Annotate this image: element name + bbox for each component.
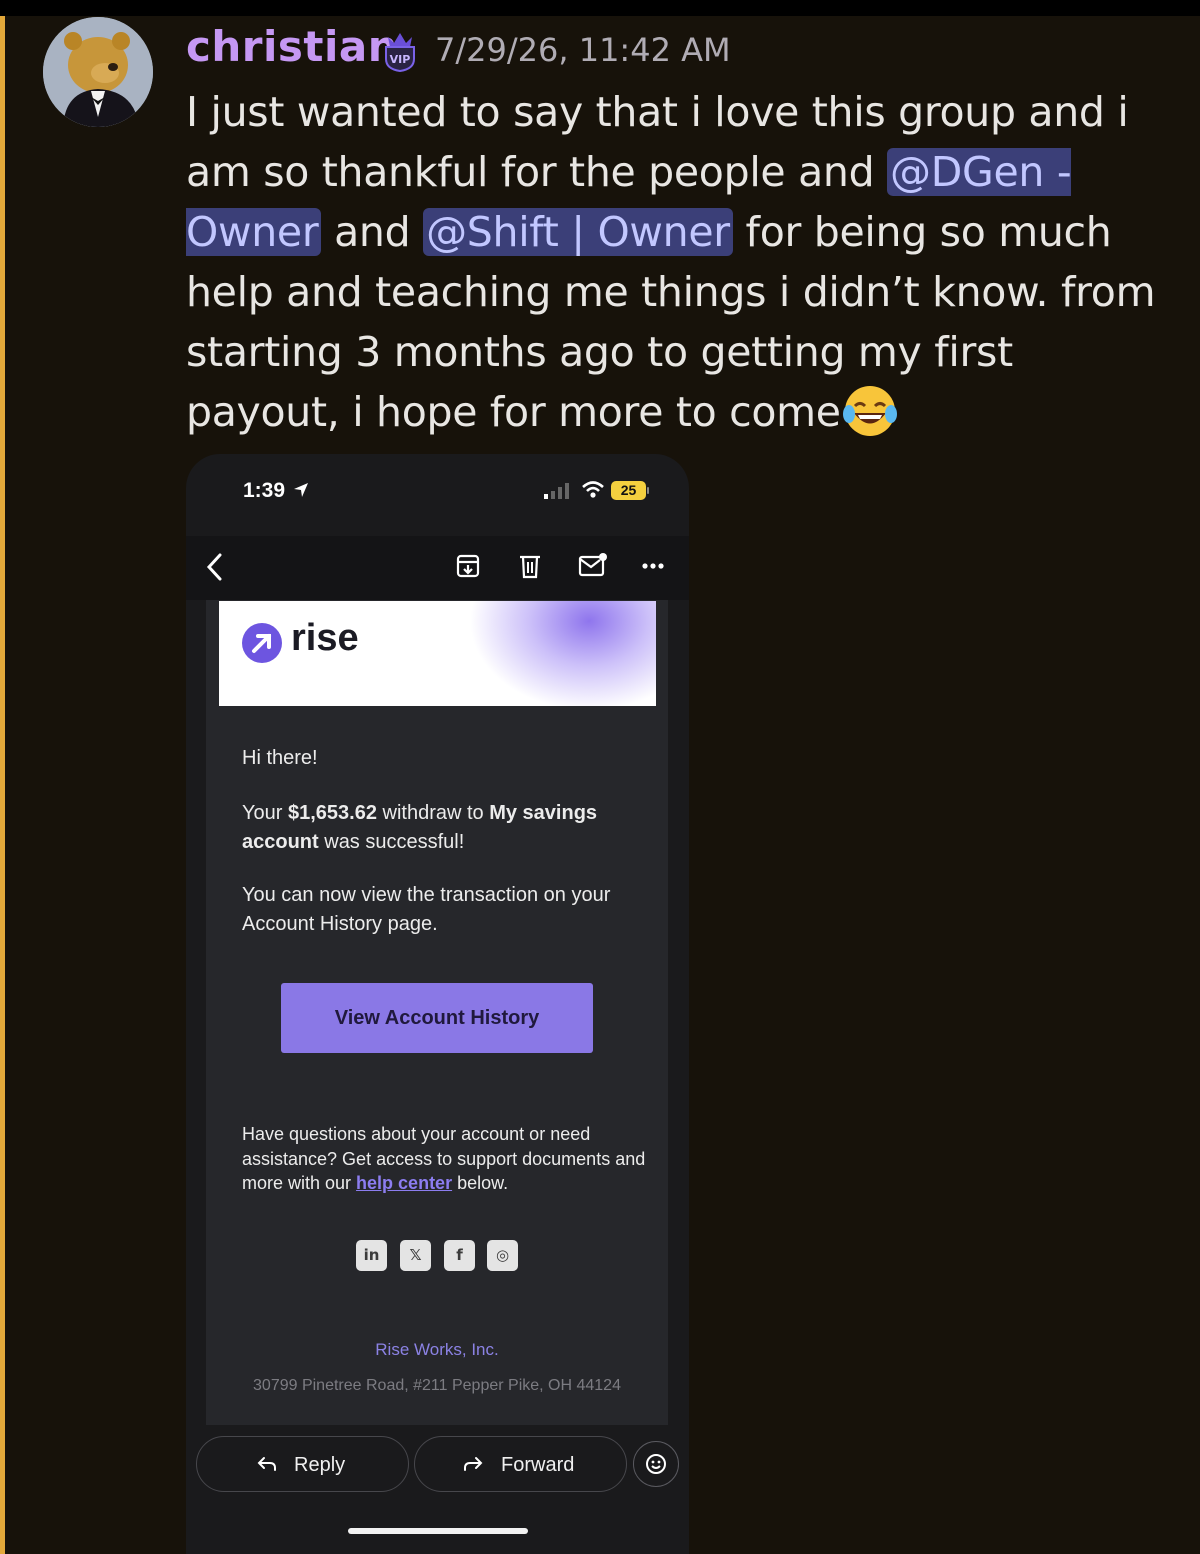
reply-arrow-icon [257, 1457, 276, 1471]
trash-icon[interactable] [518, 552, 542, 580]
withdraw-message: Your $1,653.62 withdraw to My savings ac… [242, 799, 642, 857]
email-toolbar [186, 536, 689, 600]
highlight-strip [0, 16, 5, 1554]
withdraw-text: Your [242, 802, 288, 824]
cellular-signal-icon [544, 483, 569, 499]
battery-cap [647, 487, 649, 494]
battery-indicator: 25 [611, 481, 646, 500]
archive-icon[interactable] [455, 553, 481, 579]
help-center-link[interactable]: help center [356, 1173, 452, 1193]
rise-banner: rise [219, 601, 656, 706]
rise-wordmark: rise [291, 617, 359, 659]
forward-label: Forward [501, 1454, 575, 1476]
username[interactable]: christian [186, 22, 398, 71]
company-address: 30799 Pinetree Road, #211 Pepper Pike, O… [253, 1377, 621, 1394]
location-arrow-icon [294, 483, 308, 497]
laughing-tears-emoji-icon [842, 386, 897, 436]
home-indicator [348, 1528, 528, 1534]
reply-label: Reply [294, 1454, 346, 1476]
linkedin-icon[interactable]: in [356, 1240, 387, 1271]
rise-logo-icon [242, 623, 282, 663]
company-name: Rise Works, Inc. [375, 1340, 499, 1359]
view-account-history-button[interactable]: View Account History [281, 983, 593, 1053]
bear-avatar-icon [43, 17, 153, 127]
withdraw-amount: $1,653.62 [287, 802, 377, 824]
status-time: 1:39 [243, 479, 286, 502]
vip-badge-icon: VIP [385, 33, 415, 73]
avatar[interactable] [43, 17, 153, 127]
smiley-icon [646, 1454, 666, 1474]
forward-arrow-icon [464, 1457, 483, 1471]
mention-shift[interactable]: @Shift | Owner [423, 208, 733, 256]
forward-button[interactable]: Forward [414, 1436, 627, 1492]
withdraw-text: was successful! [318, 831, 465, 853]
message-text: I just wanted to say that i love this gr… [186, 82, 1176, 442]
withdraw-text: withdraw to [376, 802, 490, 824]
support-text-part: below. [452, 1173, 509, 1193]
banner-glow [469, 601, 656, 706]
instagram-icon[interactable]: ◎ [487, 1240, 518, 1271]
message-timestamp: 7/29/26, 11:42 AM [435, 31, 731, 69]
email-body: rise Hi there! Your $1,653.62 withdraw t… [206, 600, 668, 1425]
support-text: Have questions about your account or nee… [242, 1122, 652, 1196]
more-options-icon[interactable] [642, 562, 664, 570]
back-chevron-icon[interactable] [204, 551, 226, 583]
email-greeting: Hi there! [242, 747, 318, 769]
message-text-part: and [321, 208, 424, 256]
top-bar [0, 0, 1200, 16]
view-transaction-note: You can now view the transaction on your… [242, 884, 611, 935]
mark-unread-icon[interactable] [578, 552, 608, 578]
reply-button[interactable]: Reply [196, 1436, 409, 1492]
wifi-icon [582, 481, 604, 498]
emoji-reaction-button[interactable] [633, 1441, 679, 1487]
facebook-icon[interactable]: f [444, 1240, 475, 1271]
svg-text:VIP: VIP [390, 53, 411, 66]
x-twitter-icon[interactable]: 𝕏 [400, 1240, 431, 1271]
attachment-screenshot[interactable]: 1:39 25 rise Hi there! Your $1,653.62 wi… [186, 454, 689, 1554]
